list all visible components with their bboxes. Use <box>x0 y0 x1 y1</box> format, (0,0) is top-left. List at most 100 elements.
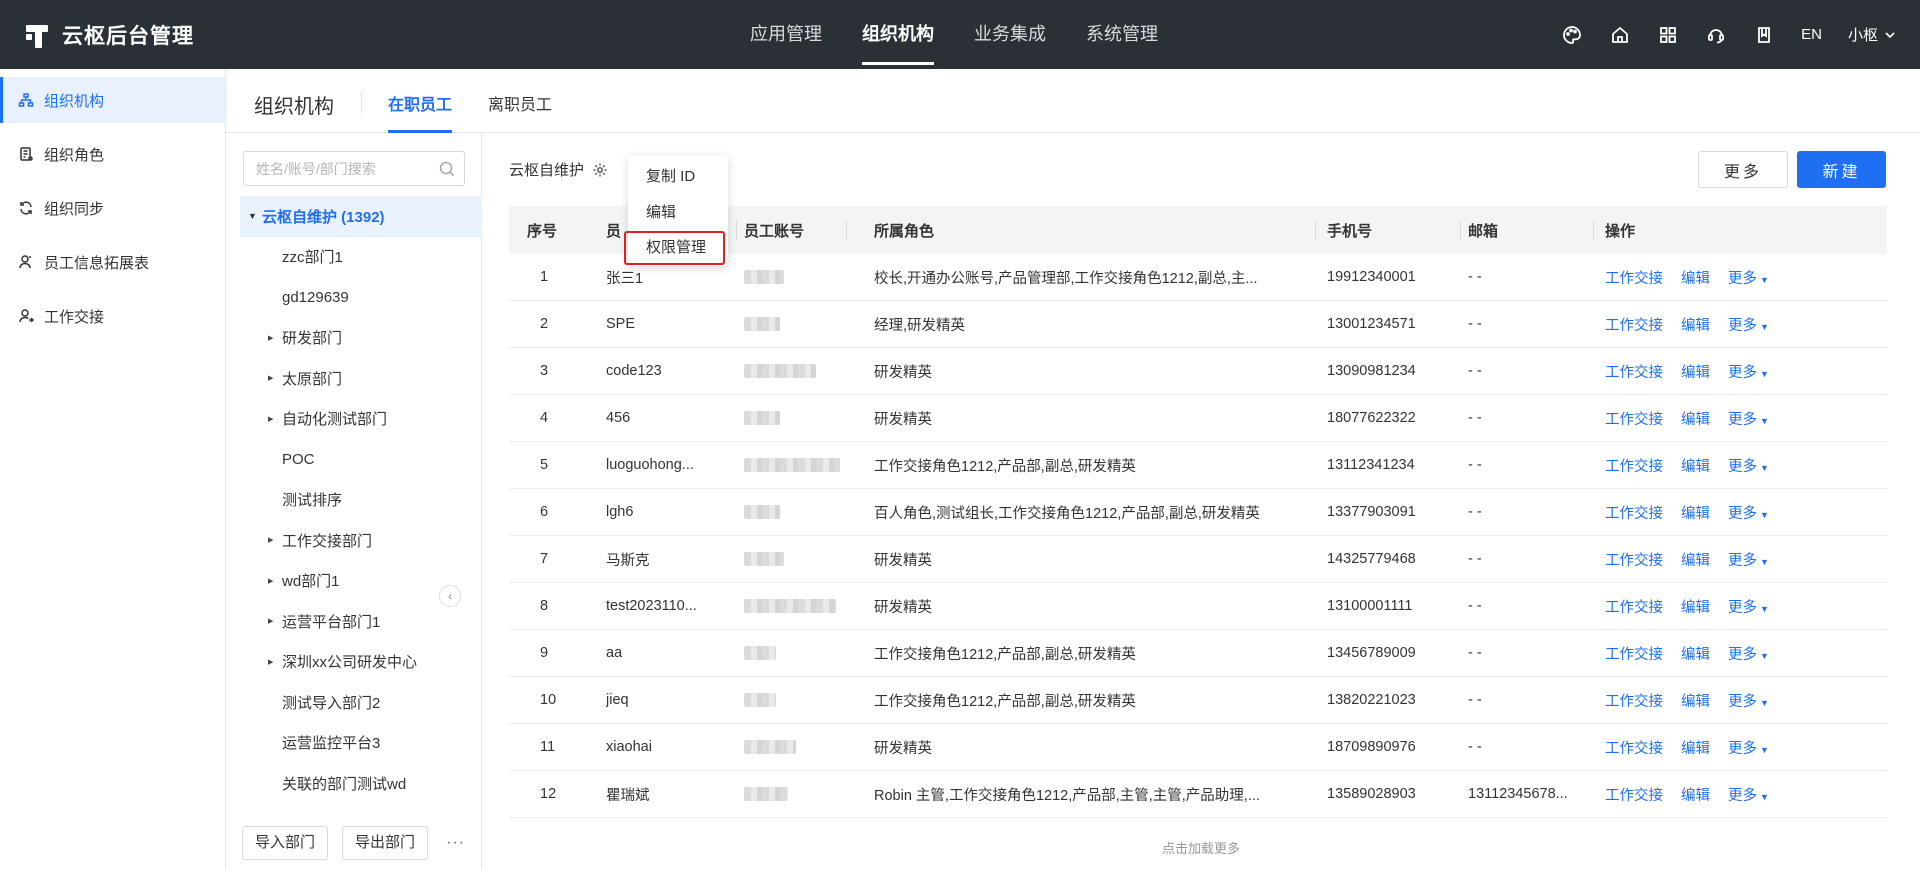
more-options-icon[interactable]: ··· <box>446 834 465 852</box>
tree-node[interactable]: ▶ 运营平台部门1 <box>240 601 482 642</box>
more-button[interactable]: 更多 <box>1698 151 1788 188</box>
headset-icon[interactable] <box>1705 24 1727 46</box>
sidebar-item-organization[interactable]: 组织机构 <box>0 77 225 123</box>
sidebar-item-employee-ext[interactable]: 员工信息拓展表 <box>0 239 225 285</box>
action-more[interactable]: 更多 ▼ <box>1728 502 1769 523</box>
table-row[interactable]: 11 xiaohai 研发精英 18709890976- - 工作交接 编辑 更多 ▼ <box>509 724 1887 771</box>
action-edit[interactable]: 编辑 <box>1681 455 1710 476</box>
import-department-button[interactable]: 导入部门 <box>242 826 329 860</box>
action-edit[interactable]: 编辑 <box>1681 502 1710 523</box>
table-row[interactable]: 5 luoguohong... 工作交接角色1212,产品部,副总,研发精英 1311… <box>509 442 1887 489</box>
action-handover[interactable]: 工作交接 <box>1605 596 1663 617</box>
sidebar-item-handover[interactable]: 工作交接 <box>0 293 225 339</box>
action-handover[interactable]: 工作交接 <box>1605 643 1663 664</box>
caret-right-icon[interactable]: ▶ <box>268 658 282 666</box>
topnav-business-integration[interactable]: 业务集成 <box>974 0 1046 69</box>
action-more[interactable]: 更多 ▼ <box>1728 643 1769 664</box>
gear-icon[interactable] <box>592 162 608 178</box>
action-edit[interactable]: 编辑 <box>1681 408 1710 429</box>
tree-node[interactable]: ▶ 工作交接部门 <box>240 520 482 561</box>
action-edit[interactable]: 编辑 <box>1681 361 1710 382</box>
topnav-app-management[interactable]: 应用管理 <box>750 0 822 69</box>
action-edit[interactable]: 编辑 <box>1681 690 1710 711</box>
action-handover[interactable]: 工作交接 <box>1605 361 1663 382</box>
new-button[interactable]: 新建 <box>1797 151 1886 188</box>
action-more[interactable]: 更多 ▼ <box>1728 596 1769 617</box>
table-row[interactable]: 2 SPE 经理,研发精英 13001234571- - 工作交接 编辑 更多 ▼ <box>509 301 1887 348</box>
table-row[interactable]: 6 lgh6 百人角色,测试组长,工作交接角色1212,产品部,副总,研发精英 133… <box>509 489 1887 536</box>
table-row[interactable]: 12 瞿瑞斌 Robin 主管,工作交接角色1212,产品部,主管,主管,产品助理,… <box>509 771 1887 818</box>
action-more[interactable]: 更多 ▼ <box>1728 314 1769 335</box>
brand[interactable]: 云枢后台管理 <box>26 0 194 69</box>
tree-node[interactable]: 测试排序 <box>240 480 482 521</box>
sidebar-item-org-roles[interactable]: 组织角色 <box>0 131 225 177</box>
action-handover[interactable]: 工作交接 <box>1605 455 1663 476</box>
load-more-link[interactable]: 点击加载更多 <box>482 838 1920 857</box>
action-edit[interactable]: 编辑 <box>1681 267 1710 288</box>
table-row[interactable]: 4 456 研发精英 18077622322- - 工作交接 编辑 更多 ▼ <box>509 395 1887 442</box>
search-icon[interactable] <box>438 160 456 178</box>
tree-node[interactable]: zzc部门1 <box>240 237 482 278</box>
action-more[interactable]: 更多 ▼ <box>1728 549 1769 570</box>
book-icon[interactable] <box>1753 24 1775 46</box>
tree-node[interactable]: POC <box>240 439 482 480</box>
menu-item-permission-management[interactable]: 权限管理 <box>624 231 725 265</box>
tab-active-employees[interactable]: 在职员工 <box>388 91 453 133</box>
tree-node[interactable]: 测试导入部门2 <box>240 682 482 723</box>
tree-node[interactable]: ▶ 太原部门 <box>240 358 482 399</box>
language-switch[interactable]: EN <box>1801 26 1822 43</box>
action-handover[interactable]: 工作交接 <box>1605 549 1663 570</box>
action-handover[interactable]: 工作交接 <box>1605 690 1663 711</box>
caret-right-icon[interactable]: ▶ <box>268 374 282 382</box>
user-menu[interactable]: 小枢 <box>1848 24 1896 45</box>
tree-node[interactable]: ▶ 研发部门 <box>240 318 482 359</box>
caret-right-icon[interactable]: ▶ <box>268 334 282 342</box>
action-edit[interactable]: 编辑 <box>1681 784 1710 805</box>
caret-right-icon[interactable]: ▶ <box>268 536 282 544</box>
apps-grid-icon[interactable] <box>1657 24 1679 46</box>
table-row[interactable]: 3 code123 研发精英 13090981234- - 工作交接 编辑 更多 ▼ <box>509 348 1887 395</box>
action-edit[interactable]: 编辑 <box>1681 643 1710 664</box>
action-edit[interactable]: 编辑 <box>1681 596 1710 617</box>
tree-node[interactable]: ▶ 自动化测试部门 <box>240 399 482 440</box>
palette-icon[interactable] <box>1561 24 1583 46</box>
caret-right-icon[interactable]: ▶ <box>268 577 282 585</box>
table-row[interactable]: 10 jieq 工作交接角色1212,产品部,副总,研发精英 13820221023 -… <box>509 677 1887 724</box>
tree-node[interactable]: 运营监控平台3 <box>240 723 482 764</box>
action-handover[interactable]: 工作交接 <box>1605 314 1663 335</box>
action-handover[interactable]: 工作交接 <box>1605 267 1663 288</box>
action-handover[interactable]: 工作交接 <box>1605 408 1663 429</box>
table-row[interactable]: 9 aa 工作交接角色1212,产品部,副总,研发精英 13456789009 - - 工… <box>509 630 1887 677</box>
action-handover[interactable]: 工作交接 <box>1605 502 1663 523</box>
export-department-button[interactable]: 导出部门 <box>342 826 429 860</box>
tree-node[interactable]: 关联的部门测试wd <box>240 763 482 804</box>
action-edit[interactable]: 编辑 <box>1681 737 1710 758</box>
action-more[interactable]: 更多 ▼ <box>1728 784 1769 805</box>
caret-right-icon[interactable]: ▶ <box>268 617 282 625</box>
action-more[interactable]: 更多 ▼ <box>1728 737 1769 758</box>
action-more[interactable]: 更多 ▼ <box>1728 690 1769 711</box>
tree-node-root[interactable]: ▼ 云枢自维护 (1392) <box>240 196 482 237</box>
action-more[interactable]: 更多 ▼ <box>1728 455 1769 476</box>
sidebar-item-org-sync[interactable]: 组织同步 <box>0 185 225 231</box>
menu-item-edit[interactable]: 编辑 <box>628 195 728 231</box>
caret-right-icon[interactable]: ▶ <box>268 415 282 423</box>
topnav-system-management[interactable]: 系统管理 <box>1086 0 1158 69</box>
action-more[interactable]: 更多 ▼ <box>1728 267 1769 288</box>
tab-resigned-employees[interactable]: 离职员工 <box>488 91 552 133</box>
home-icon[interactable] <box>1609 24 1631 46</box>
table-row[interactable]: 8 test2023110... 研发精英 13100001111- - 工作交接 编辑更… <box>509 583 1887 630</box>
action-edit[interactable]: 编辑 <box>1681 549 1710 570</box>
caret-down-icon[interactable]: ▼ <box>248 211 262 221</box>
action-handover[interactable]: 工作交接 <box>1605 737 1663 758</box>
collapse-panel-button[interactable]: ‹ <box>439 585 461 607</box>
tree-node[interactable]: ▶ 深圳xx公司研发中心 <box>240 642 482 683</box>
table-row[interactable]: 7 马斯克 研发精英 14325779468- - 工作交接 编辑 更多 ▼ <box>509 536 1887 583</box>
action-edit[interactable]: 编辑 <box>1681 314 1710 335</box>
menu-item-copy-id[interactable]: 复制 ID <box>628 159 728 195</box>
department-search-input[interactable] <box>244 152 424 185</box>
action-handover[interactable]: 工作交接 <box>1605 784 1663 805</box>
action-more[interactable]: 更多 ▼ <box>1728 361 1769 382</box>
action-more[interactable]: 更多 ▼ <box>1728 408 1769 429</box>
topnav-organization[interactable]: 组织机构 <box>862 0 934 69</box>
